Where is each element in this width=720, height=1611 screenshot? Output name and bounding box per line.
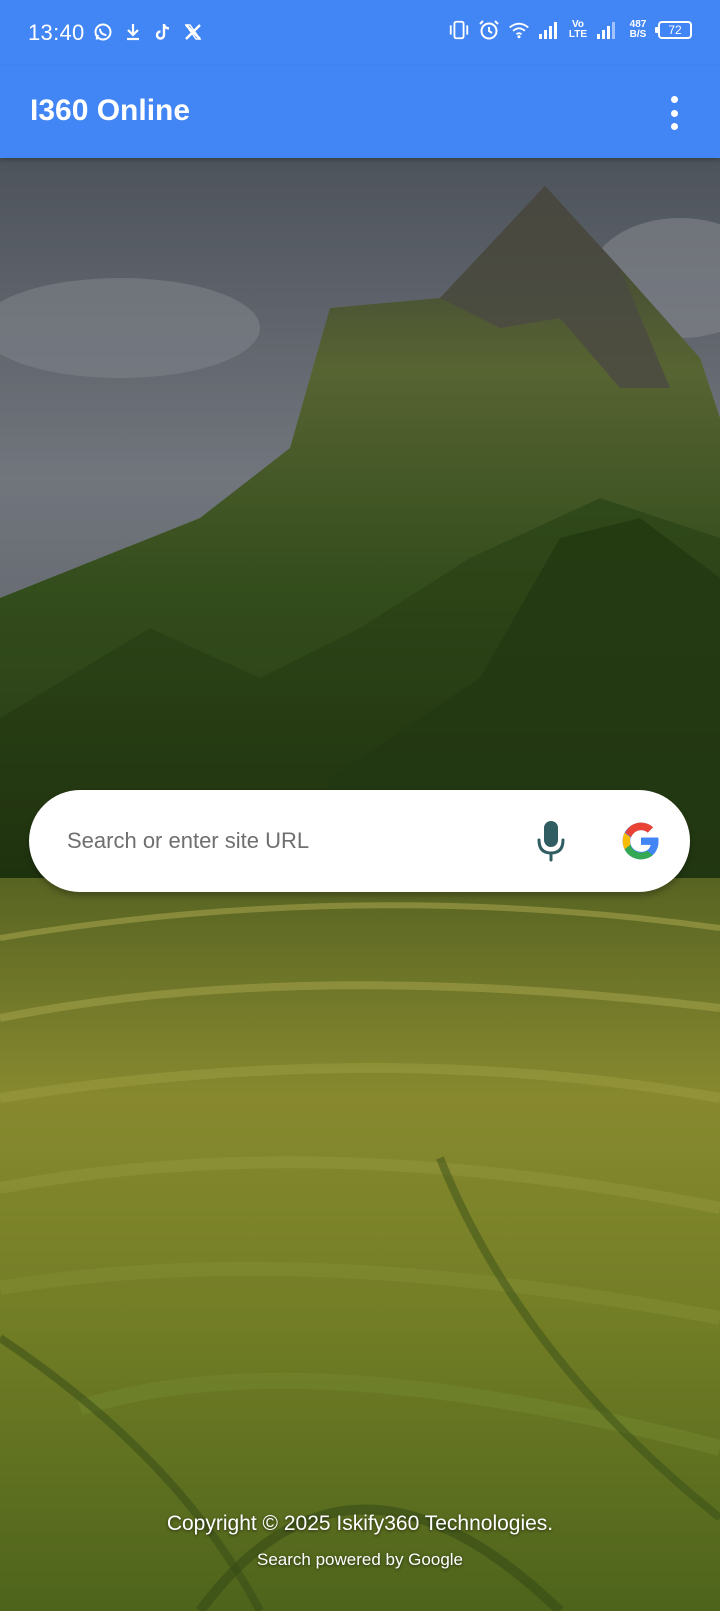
status-time: 13:40	[28, 20, 85, 45]
speed-unit: B/S	[629, 29, 647, 40]
app-bar: I360 Online	[0, 66, 720, 158]
search-input[interactable]	[65, 820, 489, 862]
battery-level: 72	[668, 23, 682, 37]
volte-indicator: Vo LTE	[568, 20, 588, 40]
menu-dot	[670, 109, 678, 117]
download-icon	[122, 20, 144, 44]
status-system-icons: Vo LTE 487 B/S 72	[448, 18, 692, 42]
vibrate-icon	[448, 18, 470, 42]
powered-by-text: Search powered by Google	[256, 1550, 464, 1569]
status-notification-icons	[92, 20, 204, 44]
app-title: I360 Online	[30, 94, 191, 127]
more-vert-icon[interactable]	[666, 96, 682, 130]
search-bar	[29, 790, 690, 892]
menu-dot	[670, 123, 678, 130]
wifi-icon	[508, 18, 530, 42]
tiktok-icon	[152, 20, 174, 44]
status-bar: 13:40 Vo LTE 487 B/S 72	[0, 0, 720, 66]
battery-icon: 72	[655, 21, 692, 39]
whatsapp-icon	[92, 20, 114, 44]
menu-dot	[670, 96, 678, 103]
signal-icon	[596, 18, 618, 42]
volte-line2: LTE	[568, 29, 588, 40]
microphone-icon[interactable]	[529, 818, 573, 864]
footer: Copyright © 2025 Iskify360 Technologies.…	[0, 1512, 720, 1570]
copyright-text: Copyright © 2025 Iskify360 Technologies.	[166, 1512, 554, 1535]
alarm-icon	[478, 18, 500, 42]
x-icon	[182, 20, 204, 44]
signal-icon	[538, 18, 560, 42]
google-logo-icon[interactable]	[619, 819, 663, 863]
network-speed: 487 B/S	[626, 20, 650, 40]
